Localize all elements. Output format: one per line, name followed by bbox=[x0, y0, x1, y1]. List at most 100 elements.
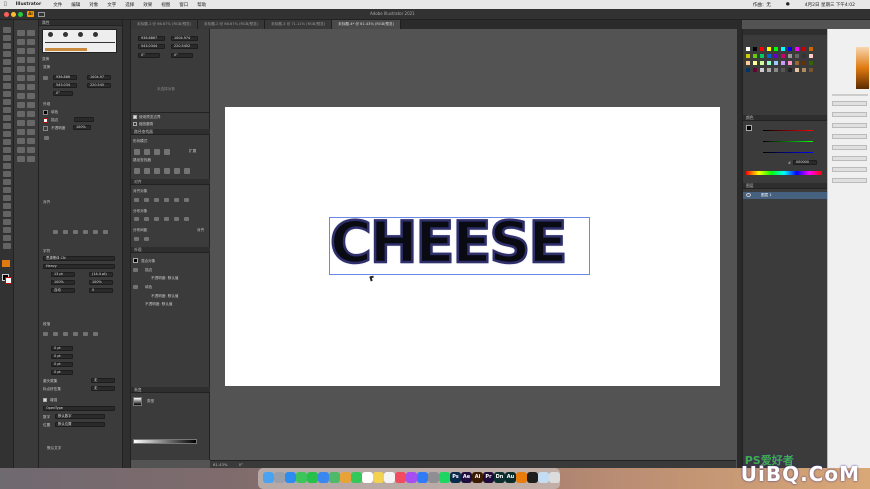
fill-swatch[interactable] bbox=[43, 110, 48, 115]
color-swatch[interactable] bbox=[788, 61, 792, 65]
tool-icon[interactable] bbox=[27, 66, 35, 72]
tool-icon[interactable] bbox=[27, 93, 35, 99]
align-icon[interactable] bbox=[103, 230, 108, 234]
color-swatch[interactable] bbox=[795, 54, 799, 58]
clock[interactable]: 4月2日 星期三 下午4:02 bbox=[805, 2, 855, 8]
gradient-thumb[interactable] bbox=[133, 397, 142, 406]
tool-icon[interactable] bbox=[17, 102, 25, 108]
distribute-spacing-icon[interactable] bbox=[144, 237, 149, 241]
pathfinder-icon[interactable] bbox=[134, 168, 140, 174]
paragraph-align-icon[interactable] bbox=[83, 332, 88, 336]
tool-icon[interactable] bbox=[17, 39, 25, 45]
paragraph-align-icon[interactable] bbox=[63, 332, 68, 336]
pathfinder-icon[interactable] bbox=[184, 168, 190, 174]
menu-help[interactable]: 帮助 bbox=[197, 2, 206, 8]
tool-icon[interactable] bbox=[17, 57, 25, 63]
paragraph-align-icon[interactable] bbox=[53, 332, 58, 336]
tool-icon[interactable] bbox=[17, 66, 25, 72]
color-swatch[interactable] bbox=[802, 47, 806, 51]
picker-field[interactable] bbox=[832, 167, 867, 172]
color-swatch[interactable] bbox=[746, 68, 750, 72]
tool-icon[interactable] bbox=[17, 111, 25, 117]
tool-icon[interactable] bbox=[27, 48, 35, 54]
picker-field[interactable] bbox=[832, 145, 867, 150]
tool-icon[interactable] bbox=[3, 75, 11, 81]
photos-icon[interactable] bbox=[340, 472, 351, 483]
shape-mode-icon[interactable] bbox=[154, 149, 160, 155]
tab-doc-2[interactable]: 未标题-2 @ 66.67% (RGB/预览) bbox=[198, 20, 266, 29]
layer-row[interactable]: 图层 1 bbox=[743, 192, 828, 199]
audition-icon[interactable]: Au bbox=[505, 472, 516, 483]
tool-icon[interactable] bbox=[3, 115, 11, 121]
kerning-field[interactable]: 自动 bbox=[51, 288, 75, 293]
indent-left-field[interactable]: 0 pt bbox=[51, 346, 73, 351]
tool-icon[interactable] bbox=[3, 67, 11, 73]
distribute-object-icon[interactable] bbox=[164, 217, 169, 221]
color-swatch[interactable] bbox=[746, 61, 750, 65]
color-swatch[interactable] bbox=[753, 47, 757, 51]
blue-slider[interactable] bbox=[763, 152, 813, 153]
tool-icon[interactable] bbox=[27, 129, 35, 135]
font-style-field[interactable]: Heavy bbox=[43, 264, 115, 269]
distribute-object-icon[interactable] bbox=[154, 217, 159, 221]
color-swatch[interactable] bbox=[802, 54, 806, 58]
w-field[interactable]: 1004.97 bbox=[87, 75, 111, 80]
zoom-level[interactable]: 61.43% bbox=[213, 462, 227, 467]
digits-select[interactable]: 默认数字 bbox=[55, 414, 105, 419]
spotify-icon[interactable] bbox=[439, 472, 450, 483]
pathfinder-icon[interactable] bbox=[164, 168, 170, 174]
tool-icon[interactable] bbox=[3, 163, 11, 169]
position-select[interactable]: 默认位置 bbox=[55, 422, 105, 427]
color-swatch[interactable] bbox=[809, 61, 813, 65]
menu-object[interactable]: 对象 bbox=[89, 2, 98, 8]
color-picker-icon[interactable] bbox=[2, 260, 10, 267]
align-icon[interactable] bbox=[53, 230, 58, 234]
distribute-object-icon[interactable] bbox=[144, 217, 149, 221]
stroke-swatch[interactable] bbox=[43, 118, 48, 123]
eye-icon[interactable] bbox=[133, 268, 138, 272]
eye-icon[interactable] bbox=[133, 285, 138, 289]
premiere-icon[interactable]: Pr bbox=[483, 472, 494, 483]
transform-shear-field[interactable]: 0° bbox=[171, 53, 193, 58]
tool-icon[interactable] bbox=[3, 123, 11, 129]
color-swatch[interactable] bbox=[781, 61, 785, 65]
red-slider[interactable] bbox=[763, 130, 813, 131]
leading-field[interactable]: (14.4 pt) bbox=[89, 272, 113, 277]
color-swatch[interactable] bbox=[746, 54, 750, 58]
picker-field[interactable] bbox=[832, 134, 867, 139]
color-swatch[interactable] bbox=[760, 47, 764, 51]
color-fill-swatch[interactable] bbox=[746, 125, 752, 131]
pathfinder-icon[interactable] bbox=[174, 168, 180, 174]
shape-mode-icon[interactable] bbox=[164, 149, 170, 155]
h-field[interactable]: 220.545 bbox=[87, 83, 111, 88]
facetime-icon[interactable] bbox=[351, 472, 362, 483]
tool-icon[interactable] bbox=[3, 147, 11, 153]
settings-icon[interactable] bbox=[428, 472, 439, 483]
workspace-icon[interactable] bbox=[38, 12, 45, 17]
wifi-icon[interactable]: ● bbox=[786, 2, 790, 7]
color-swatch[interactable] bbox=[760, 54, 764, 58]
distribute-object-icon[interactable] bbox=[184, 217, 189, 221]
menu-view[interactable]: 视图 bbox=[161, 2, 170, 8]
hex-field[interactable]: 000000 bbox=[793, 160, 817, 165]
align-object-icon[interactable] bbox=[154, 198, 159, 202]
tab-doc-3[interactable]: 未标题-3 @ 71.11% (RGB/预览) bbox=[265, 20, 333, 29]
reminders-icon[interactable] bbox=[384, 472, 395, 483]
align-icon[interactable] bbox=[73, 230, 78, 234]
tool-icon[interactable] bbox=[3, 59, 11, 65]
menu-window[interactable]: 窗口 bbox=[179, 2, 188, 8]
close-window-icon[interactable] bbox=[4, 12, 9, 17]
brush-preview[interactable] bbox=[42, 29, 117, 53]
blender-icon[interactable] bbox=[516, 472, 527, 483]
transform-w-field[interactable]: 1004.974 bbox=[171, 36, 198, 41]
zoom-window-icon[interactable] bbox=[18, 12, 23, 17]
tool-icon[interactable] bbox=[3, 219, 11, 225]
tool-icon[interactable] bbox=[27, 75, 35, 81]
distribute-object-icon[interactable] bbox=[174, 217, 179, 221]
expand-button[interactable]: 扩展 bbox=[189, 149, 196, 154]
brush-dot-icon[interactable] bbox=[93, 32, 98, 37]
color-swatch[interactable] bbox=[760, 68, 764, 72]
color-swatch[interactable] bbox=[809, 47, 813, 51]
calendar-icon[interactable]: 18 bbox=[362, 472, 373, 483]
color-swatch[interactable] bbox=[788, 54, 792, 58]
